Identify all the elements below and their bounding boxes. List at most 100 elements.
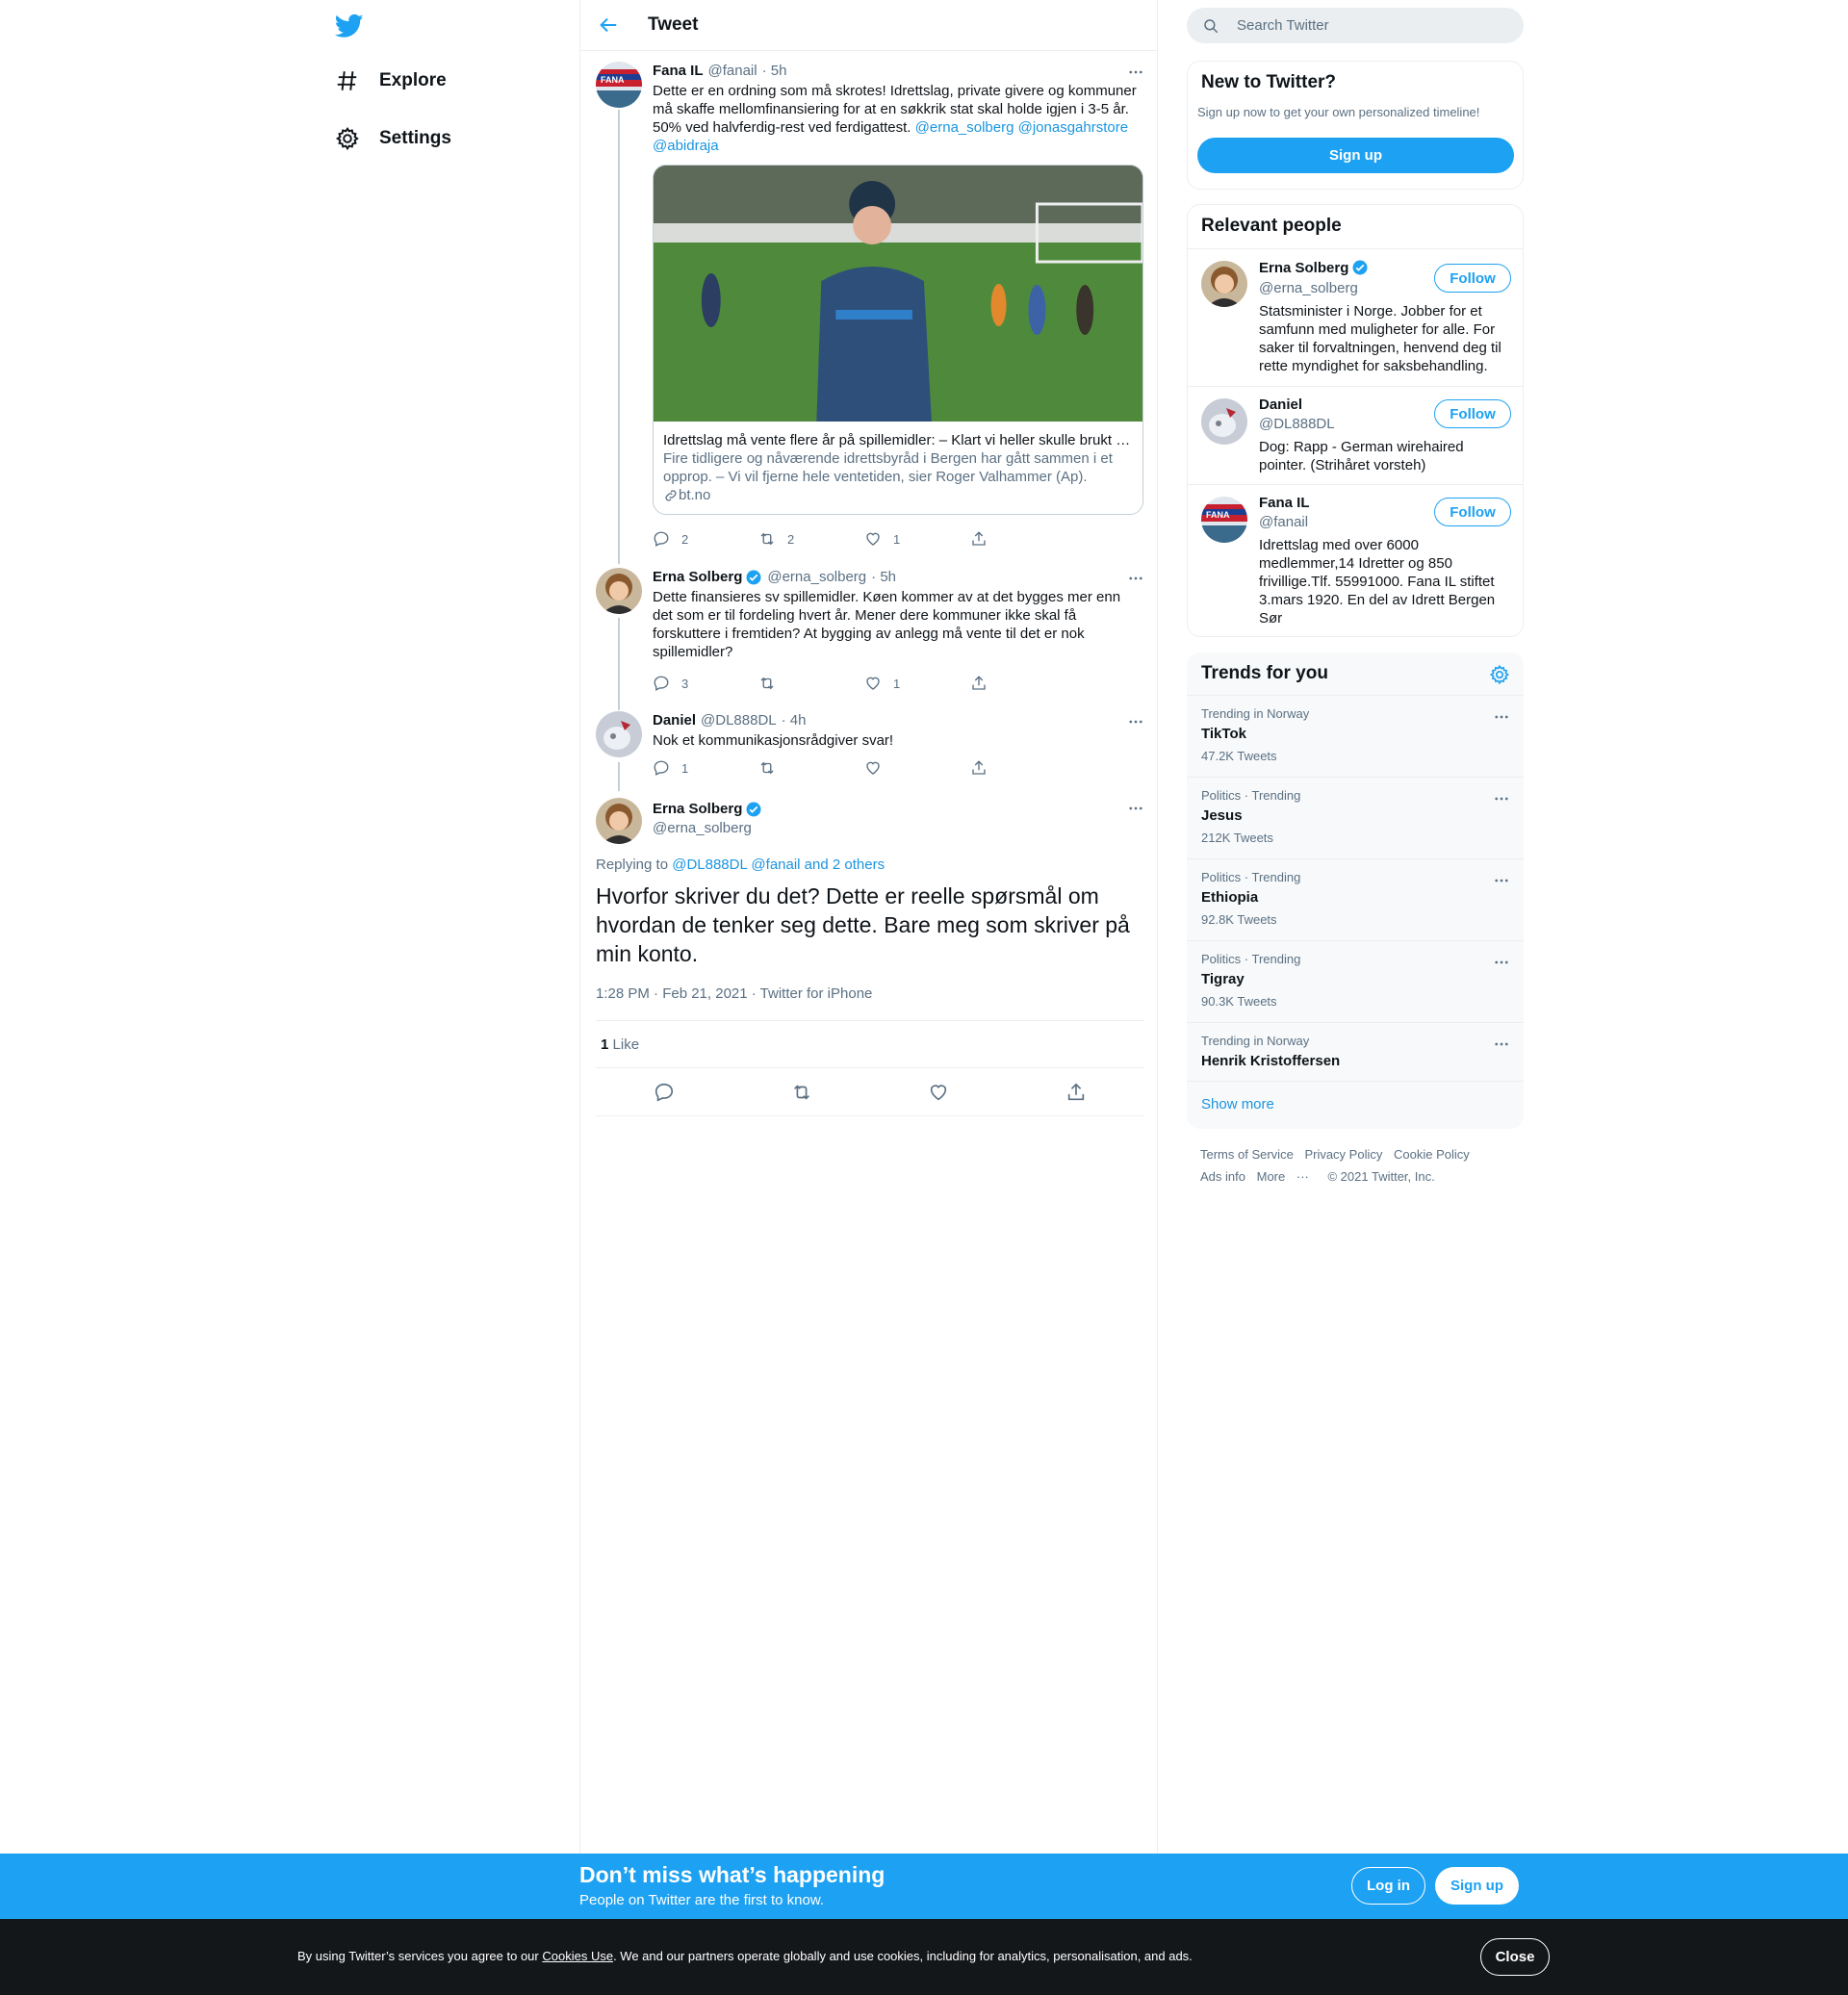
main-column: Tweet FANA Fana IL @fanail · 5h Dette er… xyxy=(579,0,1158,1857)
card-link: bt.no xyxy=(663,486,1133,504)
hashtag-icon xyxy=(337,71,357,90)
avatar[interactable] xyxy=(1201,261,1247,307)
cookie-link[interactable]: Cookie Policy xyxy=(1394,1147,1470,1162)
link-card[interactable]: Idrettslag må vente flere år på spillemi… xyxy=(653,165,1143,515)
signup-bar-button[interactable]: Sign up xyxy=(1435,1867,1519,1905)
tweet-author-handle[interactable]: @erna_solberg xyxy=(767,568,866,587)
main-tweet-text: Hvorfor skriver du det? Dette er reelle … xyxy=(596,883,1130,966)
person-card[interactable]: FANA Fana IL @fanail Follow Idrettslag m… xyxy=(1188,484,1523,636)
main-tweet-author-name[interactable]: Erna Solberg xyxy=(653,800,742,819)
trends-title: Trends for you xyxy=(1201,663,1328,683)
ads-info-link[interactable]: Ads info xyxy=(1200,1169,1245,1184)
trend-item[interactable]: Politics · Trending Ethiopia 92.8K Tweet… xyxy=(1187,858,1524,940)
relevant-people-title: Relevant people xyxy=(1201,216,1342,236)
tweet-author-name[interactable]: Erna Solberg xyxy=(653,568,742,587)
tweet-time[interactable]: · 5h xyxy=(762,62,787,81)
share-icon[interactable] xyxy=(1065,1082,1087,1103)
more-link[interactable]: More ··· xyxy=(1257,1169,1317,1184)
trend-item[interactable]: Politics · Trending Jesus 212K Tweets xyxy=(1187,777,1524,858)
show-more-link[interactable]: Show more xyxy=(1201,1096,1274,1113)
tweet-time[interactable]: · 5h xyxy=(871,568,896,587)
main-tweet-timestamp[interactable]: 1:28 PM · Feb 21, 2021 · Twitter for iPh… xyxy=(596,985,872,1002)
person-handle[interactable]: @DL888DL xyxy=(1259,416,1335,432)
share-button[interactable] xyxy=(970,758,1076,778)
avatar[interactable] xyxy=(596,711,642,757)
share-button[interactable] xyxy=(970,674,1076,693)
more-icon[interactable] xyxy=(1127,570,1144,587)
cookie-text-after: . We and our partners operate globally a… xyxy=(613,1949,1193,1963)
trend-name: Henrik Kristoffersen xyxy=(1201,1053,1341,1069)
search-bar[interactable] xyxy=(1187,8,1524,43)
avatar[interactable] xyxy=(596,798,642,844)
follow-button[interactable]: Follow xyxy=(1434,399,1511,428)
person-name[interactable]: Erna Solberg xyxy=(1259,260,1348,276)
follow-button[interactable]: Follow xyxy=(1434,498,1511,526)
trend-item[interactable]: Politics · Trending Tigray 90.3K Tweets xyxy=(1187,940,1524,1022)
main-tweet-author-handle[interactable]: @erna_solberg xyxy=(653,820,1144,836)
person-name[interactable]: Daniel xyxy=(1259,396,1302,413)
tweet-author-name[interactable]: Fana IL xyxy=(653,62,704,81)
search-input[interactable] xyxy=(1237,17,1506,34)
nav-settings[interactable]: Settings xyxy=(335,119,451,158)
person-bio: Idrettslag med over 6000 medlemmer,14 Id… xyxy=(1259,537,1496,627)
reply-icon[interactable] xyxy=(654,1082,675,1103)
more-icon[interactable] xyxy=(1493,872,1510,889)
tweet[interactable]: FANA Fana IL @fanail · 5h Dette er en or… xyxy=(596,62,1144,562)
trend-context: Politics · Trending xyxy=(1201,870,1301,884)
tweet-author-handle[interactable]: @DL888DL xyxy=(701,711,777,730)
retweet-button[interactable] xyxy=(758,674,864,693)
login-button[interactable]: Log in xyxy=(1351,1867,1425,1905)
more-icon[interactable] xyxy=(1127,64,1144,81)
trend-item[interactable]: Trending in Norway Henrik Kristoffersen xyxy=(1187,1022,1524,1081)
avatar[interactable]: FANA xyxy=(596,62,642,108)
more-icon[interactable] xyxy=(1127,713,1144,730)
reply-button[interactable]: 1 xyxy=(653,758,758,778)
trend-item[interactable]: Trending in Norway TikTok 47.2K Tweets xyxy=(1187,695,1524,777)
more-icon[interactable] xyxy=(1493,1036,1510,1053)
back-arrow-icon[interactable] xyxy=(598,14,619,36)
tweet[interactable]: Daniel @DL888DL · 4h Nok et kommunikasjo… xyxy=(596,711,1144,779)
person-card[interactable]: Erna Solberg @erna_solberg Follow Statsm… xyxy=(1188,248,1523,386)
share-button[interactable] xyxy=(970,529,1076,549)
likes-row[interactable]: 1 Like xyxy=(596,1020,1144,1068)
gear-icon[interactable] xyxy=(1489,664,1510,685)
follow-button[interactable]: Follow xyxy=(1434,264,1511,293)
close-cookie-button[interactable]: Close xyxy=(1480,1938,1550,1976)
nav-explore[interactable]: Explore xyxy=(335,62,447,100)
reply-button[interactable]: 3 xyxy=(653,674,758,693)
avatar[interactable]: FANA xyxy=(1201,497,1247,543)
tweet-time[interactable]: · 4h xyxy=(782,711,807,730)
person-name[interactable]: Fana IL xyxy=(1259,495,1310,511)
person-handle[interactable]: @fanail xyxy=(1259,514,1308,530)
tweet-author-handle[interactable]: @fanail xyxy=(708,62,757,81)
heart-icon[interactable] xyxy=(928,1082,949,1103)
page-title: Tweet xyxy=(648,14,699,35)
more-icon[interactable] xyxy=(1493,790,1510,807)
twitter-logo-icon[interactable] xyxy=(335,12,364,40)
more-icon[interactable] xyxy=(1127,800,1144,817)
reply-button[interactable]: 2 xyxy=(653,529,758,549)
retweet-button[interactable]: 2 xyxy=(758,529,864,549)
tweet[interactable]: Erna Solberg @erna_solberg · 5h Dette fi… xyxy=(596,568,1144,703)
trend-name: Jesus xyxy=(1201,807,1243,824)
person-handle[interactable]: @erna_solberg xyxy=(1259,280,1358,296)
like-button[interactable]: 1 xyxy=(864,529,970,549)
terms-link[interactable]: Terms of Service xyxy=(1200,1147,1294,1162)
more-icon[interactable] xyxy=(1493,708,1510,726)
like-button[interactable]: 1 xyxy=(864,674,970,693)
like-button[interactable] xyxy=(864,758,970,778)
person-card[interactable]: Daniel @DL888DL Follow Dog: Rapp - Germa… xyxy=(1188,386,1523,484)
more-icon[interactable] xyxy=(1493,954,1510,971)
retweet-button[interactable] xyxy=(758,758,864,778)
copyright: © 2021 Twitter, Inc. xyxy=(1327,1169,1435,1184)
retweet-icon[interactable] xyxy=(791,1082,812,1103)
tweet-author-name[interactable]: Daniel xyxy=(653,711,696,730)
cookies-use-link[interactable]: Cookies Use xyxy=(542,1949,613,1963)
replying-to-users[interactable]: @DL888DL @fanail and 2 others xyxy=(672,857,885,873)
tweet-actions: 1 xyxy=(653,758,1076,778)
privacy-link[interactable]: Privacy Policy xyxy=(1304,1147,1382,1162)
signup-button[interactable]: Sign up xyxy=(1197,138,1514,173)
avatar[interactable] xyxy=(1201,398,1247,445)
search-icon xyxy=(1204,18,1219,33)
avatar[interactable] xyxy=(596,568,642,614)
